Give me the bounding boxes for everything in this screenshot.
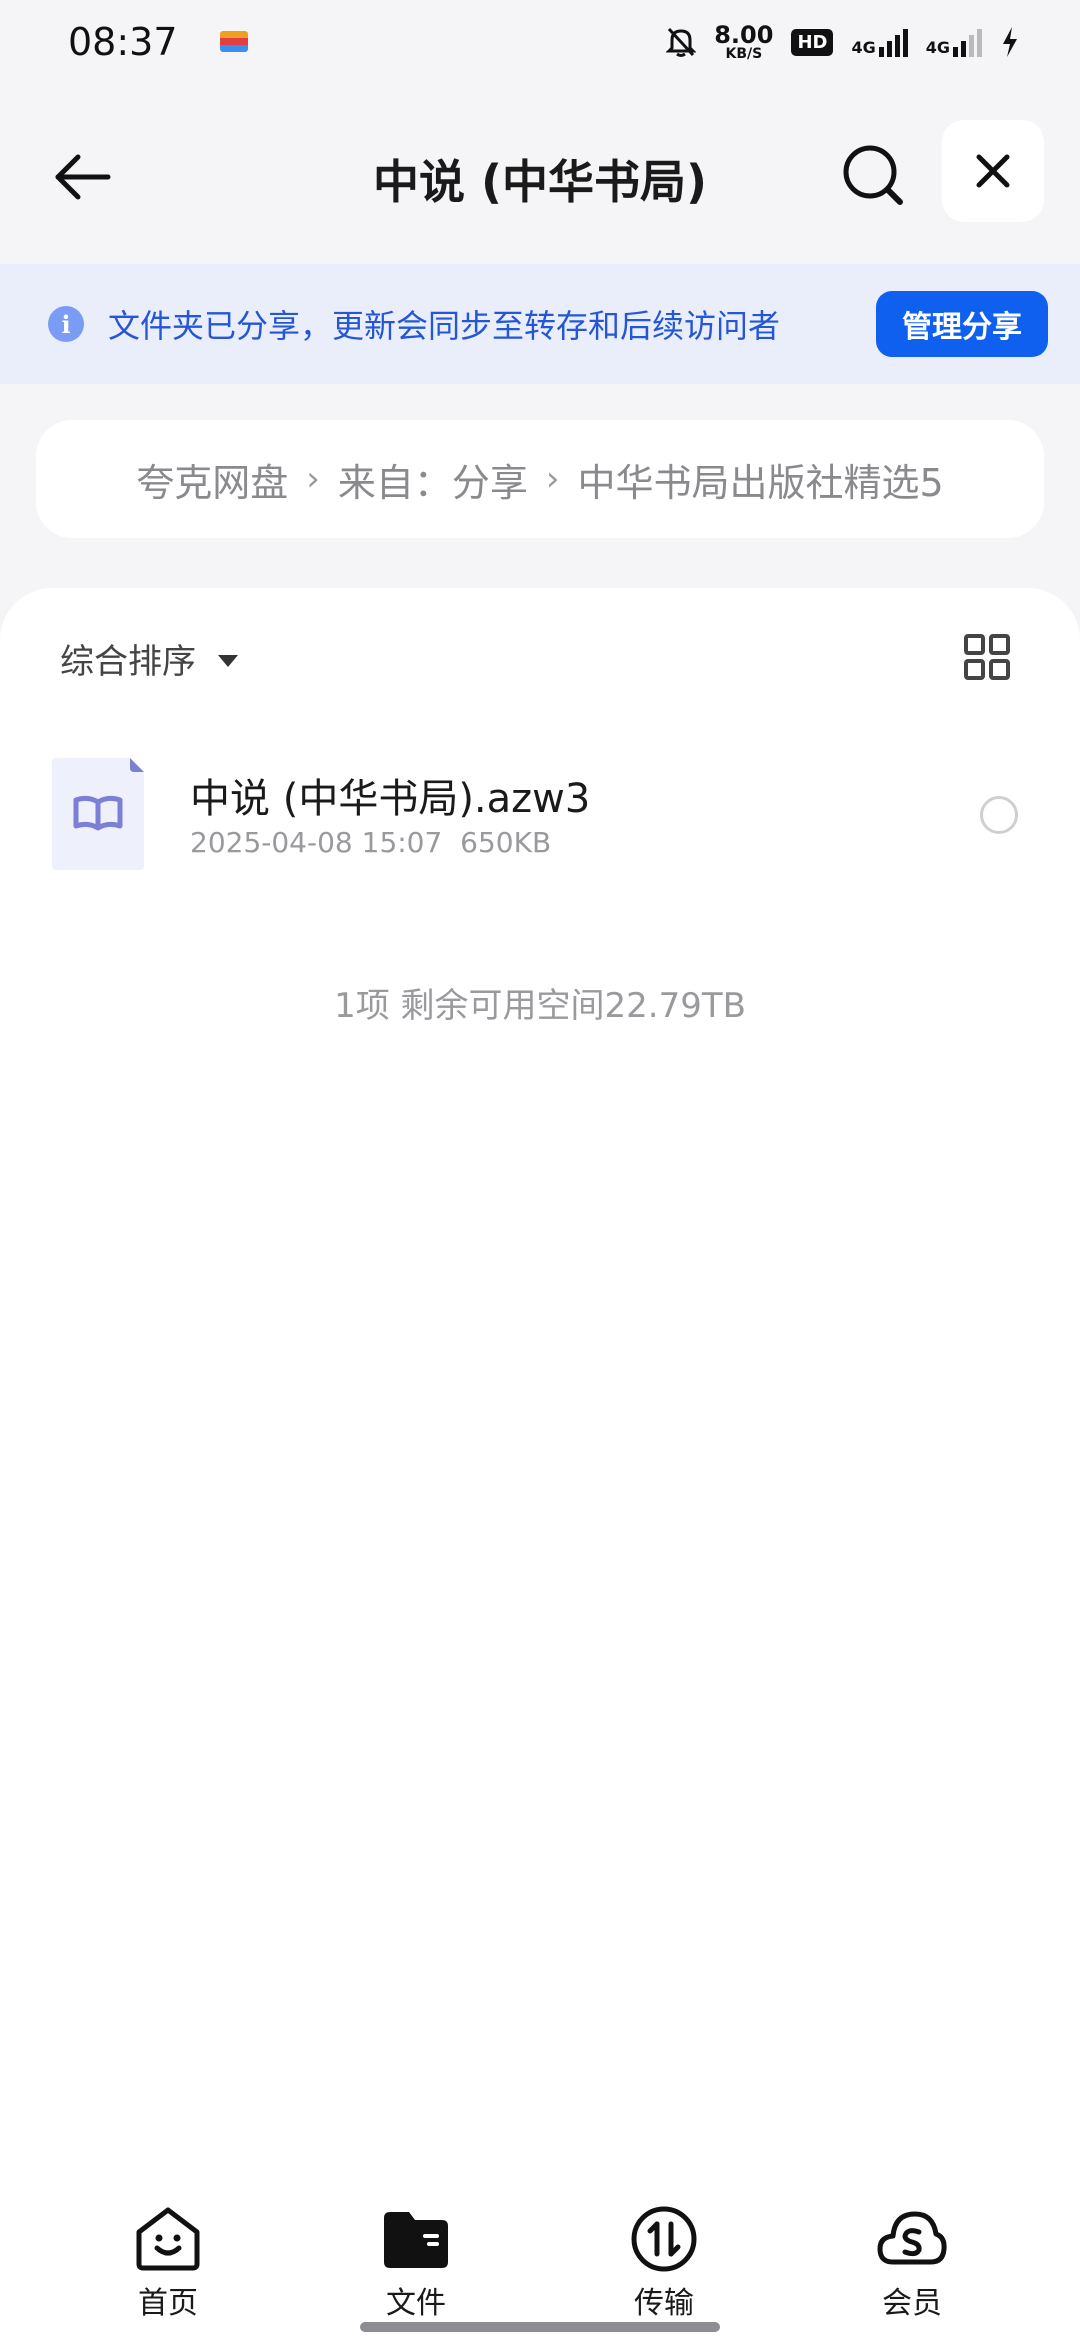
signal-1: 4G <box>851 27 908 57</box>
nav-item-home[interactable]: 首页 <box>88 2202 248 2322</box>
file-meta: 2025-04-08 15:07 650KB <box>190 826 551 859</box>
grid-view-toggle[interactable] <box>964 634 1010 680</box>
bell-off-icon <box>666 27 697 57</box>
share-banner-text: 文件夹已分享，更新会同步至转存和后续访问者 <box>108 307 781 345</box>
status-bar: 08:37 8.00 KB/S HD 4G 4G <box>0 0 1080 84</box>
close-icon <box>976 154 1010 188</box>
close-button[interactable] <box>942 120 1044 222</box>
member-cloud-icon <box>877 2211 947 2265</box>
hd-badge: HD <box>791 28 834 56</box>
charging-icon <box>1003 27 1017 57</box>
caret-down-icon <box>218 654 238 667</box>
nav-item-transfer[interactable]: 传输 <box>584 2202 744 2322</box>
storage-summary: 1项 剩余可用空间22.79TB <box>334 986 746 1026</box>
network-speed: 8.00 KB/S <box>714 21 774 62</box>
home-smile-icon <box>136 2207 200 2271</box>
chevron-right-icon: › <box>545 459 560 499</box>
status-indicators: 8.00 KB/S HD 4G 4G <box>666 23 1020 61</box>
signal-bars-icon <box>878 27 908 57</box>
signal-2: 4G <box>926 27 982 57</box>
sort-label: 综合排序 <box>60 642 196 682</box>
transfer-icon <box>631 2206 697 2272</box>
sort-dropdown[interactable]: 综合排序 <box>60 634 238 683</box>
file-date: 2025-04-08 15:07 <box>190 826 443 859</box>
share-banner: i 文件夹已分享，更新会同步至转存和后续访问者 管理分享 <box>0 264 1080 384</box>
app-screen: 08:37 8.00 KB/S HD 4G 4G 中说 (中华书局) i 文件夹… <box>0 0 1080 2340</box>
page-title: 中说 (中华书局) <box>372 155 708 209</box>
file-row[interactable]: 中说 (中华书局).azw3 2025-04-08 15:07 650KB <box>0 758 1080 888</box>
ebook-file-icon <box>52 758 144 870</box>
file-name: 中说 (中华书局).azw3 <box>190 776 591 822</box>
nav-item-files[interactable]: 文件 <box>336 2202 496 2322</box>
nav-item-member[interactable]: 会员 <box>832 2202 992 2322</box>
file-size: 650KB <box>460 826 552 859</box>
grid-icon <box>964 634 1010 680</box>
file-select-checkbox[interactable] <box>980 796 1018 834</box>
home-indicator[interactable] <box>360 2322 720 2332</box>
search-icon <box>843 145 903 205</box>
breadcrumb-item-current[interactable]: 中华书局出版社精选5 <box>578 452 944 507</box>
signal-bars-icon <box>953 27 982 57</box>
breadcrumb: 夸克网盘 › 来自：分享 › 中华书局出版社精选5 <box>36 420 1044 538</box>
search-button[interactable] <box>838 140 908 210</box>
info-icon: i <box>48 306 84 342</box>
manage-share-button[interactable]: 管理分享 <box>876 291 1048 357</box>
folder-icon <box>384 2212 448 2268</box>
bottom-nav: 首页 文件 传输 会员 <box>0 2190 1080 2340</box>
status-time: 08:37 <box>68 20 178 64</box>
top-bar: 中说 (中华书局) <box>0 120 1080 230</box>
file-list-panel: 综合排序 中说 (中华书局).azw3 2025-04-08 15:07 650… <box>0 588 1080 2340</box>
notification-app-icon <box>219 31 248 53</box>
chevron-right-icon: › <box>306 459 320 499</box>
breadcrumb-item-root[interactable]: 夸克网盘 <box>136 452 288 507</box>
breadcrumb-item-shared[interactable]: 来自：分享 <box>338 452 528 507</box>
